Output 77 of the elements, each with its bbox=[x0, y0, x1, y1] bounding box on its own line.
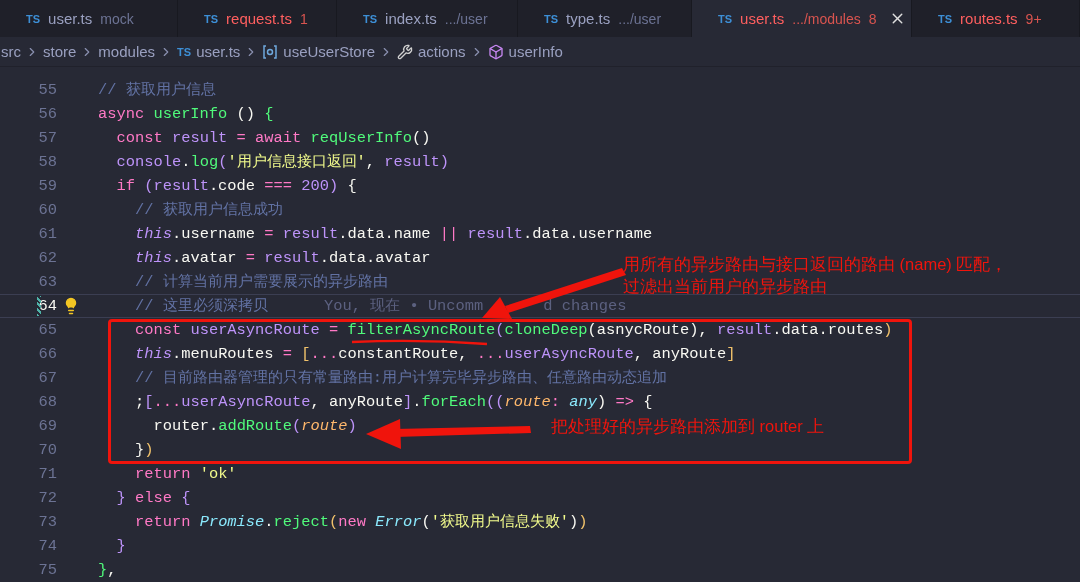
tab-label: user.ts bbox=[48, 10, 93, 27]
line-number: 58 bbox=[37, 153, 57, 171]
code-line: return 'ok' bbox=[135, 465, 237, 483]
code-line: this.avatar = result.data.avatar bbox=[135, 249, 431, 267]
tab-path: .../user bbox=[618, 10, 662, 27]
code-line: if (result.code === 200) { bbox=[116, 177, 357, 195]
line-number: 73 bbox=[37, 513, 57, 531]
breadcrumb-item[interactable]: store bbox=[43, 43, 77, 60]
code-line: const userAsyncRoute = filterAsyncRoute(cloneDeep(asnycRoute), result.data.routes) bbox=[135, 321, 893, 339]
tab-label: routes.ts bbox=[960, 10, 1018, 27]
typescript-file-icon: TS bbox=[26, 12, 41, 25]
line-number: 65 bbox=[37, 321, 57, 339]
code-line: // 获取用户信息成功 bbox=[135, 201, 283, 219]
blame-annotation: d changes bbox=[543, 297, 627, 315]
code-line: console.log('用户信息接口返回', result) bbox=[116, 153, 449, 171]
problem-count: 1 bbox=[299, 10, 308, 27]
editor-tab[interactable]: TS user.ts .../modules 8 bbox=[692, 0, 912, 37]
tab-path: .../modules bbox=[792, 10, 861, 27]
code-line: return Promise.reject(new Error('获取用户信息失败')) bbox=[135, 513, 588, 531]
line-number: 66 bbox=[37, 345, 57, 363]
typescript-file-icon: TS bbox=[363, 12, 378, 25]
problem-count: 9+ bbox=[1025, 10, 1042, 27]
typescript-file-icon: TS bbox=[204, 12, 219, 25]
code-line: router.addRoute(route) bbox=[153, 417, 357, 435]
line-number: 70 bbox=[37, 441, 57, 459]
line-number: 57 bbox=[37, 129, 57, 147]
code-line: // 目前路由器管理的只有常量路由:用户计算完毕异步路由、任意路由动态追加 bbox=[135, 369, 667, 387]
line-number: 72 bbox=[37, 489, 57, 507]
tab-path: .../user bbox=[444, 10, 488, 27]
typescript-file-icon: TS bbox=[177, 45, 192, 58]
code-line: const result = await reqUserInfo() bbox=[116, 129, 431, 147]
breadcrumb-item[interactable]: modules bbox=[98, 43, 156, 60]
code-line: }) bbox=[135, 441, 154, 459]
cube-icon bbox=[487, 43, 504, 60]
line-number: 63 bbox=[37, 273, 57, 291]
tab-label: user.ts bbox=[740, 10, 785, 27]
tab-label: request.ts bbox=[226, 10, 292, 27]
code-line: // 这里必须深拷贝 bbox=[135, 297, 269, 315]
typescript-file-icon: TS bbox=[544, 12, 559, 25]
blame-annotation: You, 现在 • Uncomm bbox=[324, 297, 484, 315]
code-line: ;[...userAsyncRoute, anyRoute].forEach((route: any) => { bbox=[135, 393, 653, 411]
line-number: 69 bbox=[37, 417, 57, 435]
line-number: 56 bbox=[37, 105, 57, 123]
annotation-text: 过滤出当前用户的异步路由 bbox=[623, 276, 827, 297]
code-line: }, bbox=[98, 561, 117, 579]
annotation-text: 用所有的异步路由与接口返回的路由 (name) 匹配， bbox=[623, 254, 1008, 275]
code-line: async userInfo () { bbox=[98, 105, 274, 123]
breadcrumb-item[interactable]: actions bbox=[418, 43, 466, 60]
tab-label: index.ts bbox=[385, 10, 437, 27]
line-number: 55 bbox=[37, 81, 57, 99]
code-line: } else { bbox=[116, 489, 191, 507]
breadcrumb-item[interactable]: useUserStore bbox=[283, 43, 376, 60]
annotation-text: 把处理好的异步路由添加到 router 上 bbox=[551, 416, 825, 437]
breadcrumb-item[interactable]: userInfo bbox=[508, 43, 563, 60]
braces-icon bbox=[262, 44, 279, 59]
line-number: 68 bbox=[37, 393, 57, 411]
line-number: 75 bbox=[37, 561, 57, 579]
breadcrumb-item[interactable]: user.ts bbox=[196, 43, 241, 60]
line-number: 67 bbox=[37, 369, 57, 387]
line-number: 59 bbox=[37, 177, 57, 195]
problem-count: 8 bbox=[868, 10, 877, 27]
code-line: this.username = result.data.name || result.data.username bbox=[135, 225, 653, 243]
code-line: // 获取用户信息 bbox=[98, 81, 216, 99]
line-number: 61 bbox=[37, 225, 57, 243]
code-line: // 计算当前用户需要展示的异步路由 bbox=[135, 273, 388, 291]
tab-label: type.ts bbox=[566, 10, 611, 27]
code-line: } bbox=[116, 537, 126, 555]
wrench-icon bbox=[397, 43, 414, 60]
tab-path: mock bbox=[100, 10, 134, 27]
typescript-file-icon: TS bbox=[938, 12, 953, 25]
code-line: this.menuRoutes = [...constantRoute, ...userAsyncRoute, anyRoute] bbox=[135, 345, 736, 363]
line-number: 71 bbox=[37, 465, 57, 483]
breadcrumb-item[interactable]: src bbox=[1, 43, 21, 60]
line-number: 74 bbox=[37, 537, 57, 555]
typescript-file-icon: TS bbox=[718, 12, 733, 25]
line-number: 60 bbox=[37, 201, 57, 219]
line-number: 62 bbox=[37, 249, 57, 267]
